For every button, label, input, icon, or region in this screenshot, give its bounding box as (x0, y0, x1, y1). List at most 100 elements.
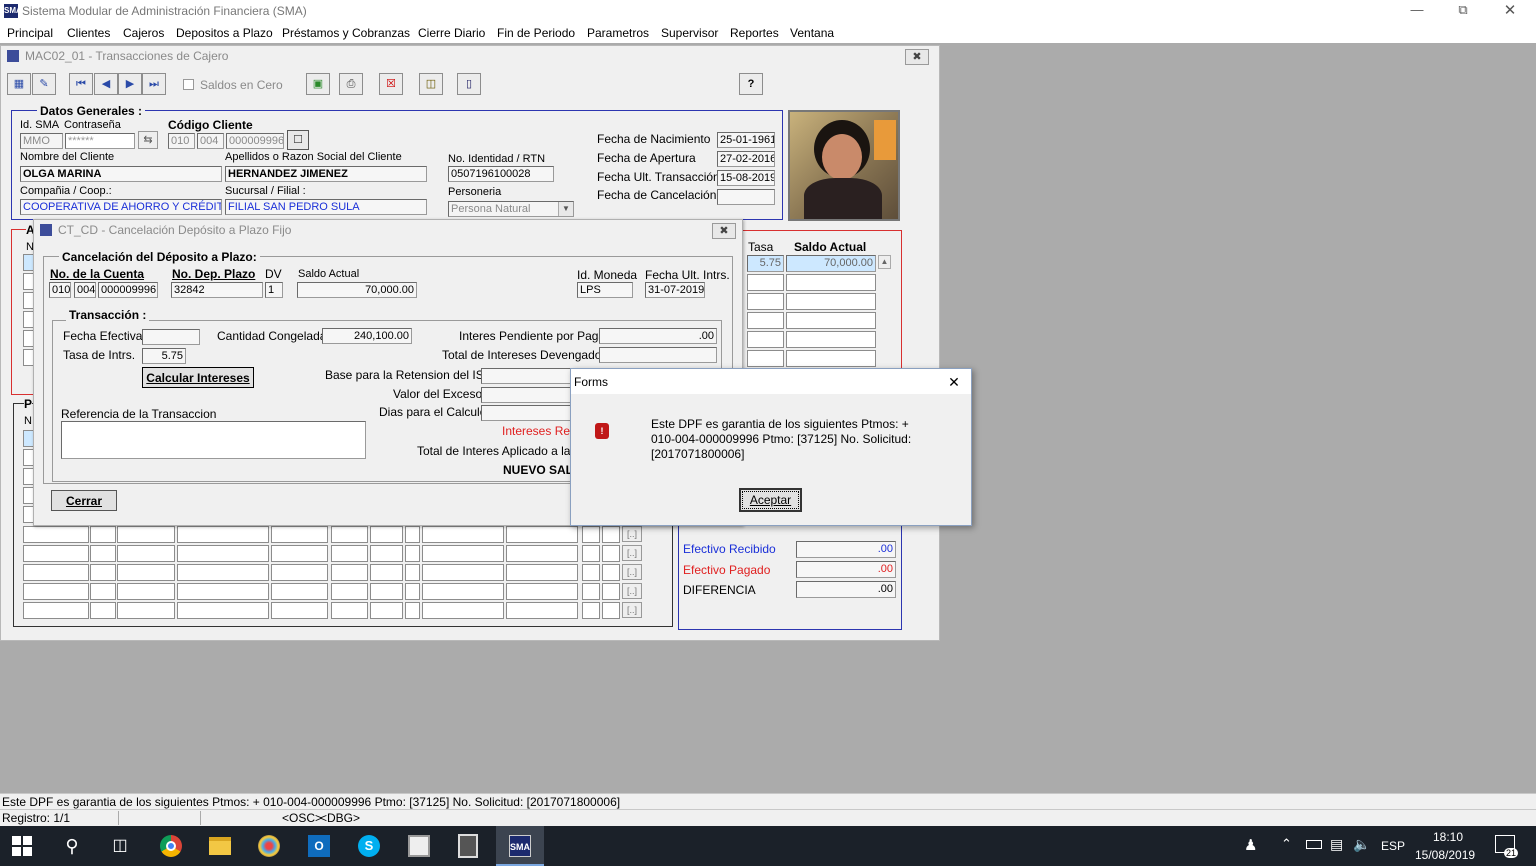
close-icon[interactable]: ✕ (1497, 1, 1523, 19)
first-record-icon[interactable]: ⏮ (69, 73, 93, 95)
personeria-select[interactable]: Persona Natural (448, 201, 574, 217)
grid-cell[interactable] (422, 564, 504, 581)
network-icon[interactable]: ▤ (1330, 836, 1343, 853)
codigo-cliente-sucursal[interactable]: 004 (197, 133, 224, 149)
grid-cell[interactable] (370, 564, 403, 581)
app-paint-icon[interactable] (258, 835, 280, 857)
fecha-nacimiento-field[interactable]: 25-01-1961 (717, 132, 775, 148)
id-sma-field[interactable]: MMO (20, 133, 63, 149)
cantidad-field[interactable]: 240,100.00 (322, 328, 412, 344)
task-view-icon[interactable]: ◫ (108, 834, 132, 858)
prev-record-icon[interactable]: ◀ (94, 73, 118, 95)
grid-cell[interactable] (177, 526, 269, 543)
grid-cell[interactable] (23, 545, 89, 562)
outlook-icon[interactable]: O (308, 835, 330, 857)
valor-exceso-field[interactable] (481, 387, 576, 403)
grid-cell[interactable] (405, 602, 420, 619)
grid-cell[interactable] (405, 583, 420, 600)
help-button[interactable]: ? (739, 73, 763, 95)
app-window-icon[interactable] (408, 835, 430, 857)
toolbar-cancel-icon[interactable]: ☒ (379, 73, 403, 95)
menu-reportes[interactable]: Reportes (730, 26, 779, 40)
sma-taskbar-icon[interactable]: SMA (496, 826, 544, 866)
grid-cell[interactable] (405, 564, 420, 581)
grid-cell[interactable] (23, 583, 89, 600)
windows-start-icon[interactable] (12, 836, 32, 856)
grid-cell[interactable] (271, 583, 328, 600)
codigo-cliente-numero[interactable]: 000009996 (226, 133, 284, 149)
no-dep-field[interactable]: 32842 (171, 282, 263, 298)
saldo-row[interactable] (786, 293, 876, 310)
moneda-field[interactable]: LPS (577, 282, 633, 298)
clock-time[interactable]: 18:10 (1433, 830, 1463, 844)
saldo-row[interactable] (786, 312, 876, 329)
base-isr-field[interactable] (481, 368, 576, 384)
dialog-close-icon[interactable]: ✕ (941, 372, 967, 392)
grid-cell[interactable] (90, 564, 116, 581)
toolbar-save-icon[interactable]: ◫ (419, 73, 443, 95)
fecha-ult-field[interactable]: 15-08-2019 (717, 170, 775, 186)
grid-cell[interactable] (602, 545, 620, 562)
chevron-down-icon[interactable]: ▼ (558, 202, 573, 216)
saldos-cero-checkbox[interactable] (183, 79, 194, 90)
chevron-up-icon[interactable]: ⌃ (1281, 836, 1292, 852)
grid-cell[interactable] (582, 602, 600, 619)
toolbar-exit-icon[interactable]: ▯ (457, 73, 481, 95)
total-devengados-field[interactable] (599, 347, 717, 363)
grid-cell[interactable] (177, 564, 269, 581)
grid-cell[interactable] (506, 526, 578, 543)
referencia-textarea[interactable] (61, 421, 366, 459)
menu-prestamos[interactable]: Préstamos y Cobranzas (282, 26, 410, 40)
grid-cell[interactable] (90, 583, 116, 600)
grid-cell[interactable] (602, 526, 620, 543)
scroll-up-icon[interactable]: ▲ (878, 255, 891, 269)
grid-cell[interactable] (582, 526, 600, 543)
grid-cell[interactable] (331, 602, 368, 619)
grid-cell[interactable] (422, 526, 504, 543)
grid-cell[interactable] (331, 564, 368, 581)
grid-cell[interactable] (271, 564, 328, 581)
saldo-field[interactable]: 70,000.00 (297, 282, 417, 298)
no-cuenta-compania[interactable]: 010 (49, 282, 71, 298)
apellidos-field[interactable]: HERNANDEZ JIMENEZ (225, 166, 427, 182)
grid-cell[interactable] (271, 545, 328, 562)
grid-cell[interactable] (602, 583, 620, 600)
grid-cell[interactable] (177, 602, 269, 619)
grid-cell[interactable] (271, 526, 328, 543)
chrome-icon[interactable] (160, 835, 182, 857)
file-explorer-icon[interactable] (209, 837, 231, 855)
no-cuenta-numero[interactable]: 000009996 (98, 282, 158, 298)
restore-icon[interactable]: ⧉ (1450, 2, 1476, 20)
calculator-icon[interactable] (458, 834, 478, 858)
grid-cell[interactable] (370, 526, 403, 543)
nombre-field[interactable]: OLGA MARINA (20, 166, 222, 182)
people-icon[interactable]: ♟ (1244, 836, 1257, 854)
grid-cell[interactable] (405, 526, 420, 543)
grid-cell[interactable] (506, 602, 578, 619)
tasa-row[interactable] (747, 312, 784, 329)
tasa-cell[interactable]: 5.75 (747, 255, 784, 272)
grid-cell[interactable] (370, 602, 403, 619)
grid-cell[interactable] (331, 526, 368, 543)
grid-cell[interactable] (117, 583, 175, 600)
toolbar-print-icon[interactable]: ⎙ (339, 73, 363, 95)
interes-pendiente-field[interactable]: .00 (599, 328, 717, 344)
tasa-row[interactable] (747, 350, 784, 367)
grid-cell[interactable] (602, 602, 620, 619)
grid-cell[interactable] (506, 545, 578, 562)
fecha-efectiva-field[interactable] (142, 329, 200, 345)
toolbar-new-icon[interactable]: ▦ (7, 73, 31, 95)
saldo-row[interactable] (786, 274, 876, 291)
volume-icon[interactable]: 🔈 (1353, 836, 1370, 853)
dv-field[interactable]: 1 (265, 282, 283, 298)
lookup-button-icon[interactable]: [..] (622, 564, 642, 580)
toolbar-edit-icon[interactable]: ✎ (32, 73, 56, 95)
lookup-button-icon[interactable]: [..] (622, 602, 642, 618)
identidad-field[interactable]: 0507196100028 (448, 166, 554, 182)
menu-ventana[interactable]: Ventana (790, 26, 834, 40)
tasa-row[interactable] (747, 293, 784, 310)
next-record-icon[interactable]: ▶ (118, 73, 142, 95)
contrasena-field[interactable]: ****** (65, 133, 135, 149)
grid-cell[interactable] (370, 583, 403, 600)
grid-cell[interactable] (405, 545, 420, 562)
